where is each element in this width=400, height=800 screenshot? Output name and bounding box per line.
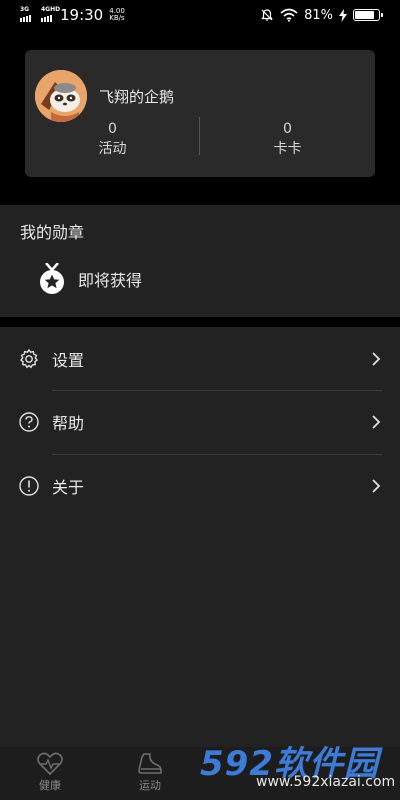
stat-kaka-label: 卡卡 bbox=[273, 141, 302, 157]
settings-menu: 设置 帮助 关于 bbox=[0, 327, 400, 747]
menu-item-settings-label: 设置 bbox=[52, 351, 85, 370]
watermark: 592软件园 www.592xiazai.com bbox=[196, 736, 396, 796]
status-bar-right: 81% bbox=[260, 7, 383, 23]
avatar[interactable] bbox=[35, 70, 87, 122]
menu-item-about-label: 关于 bbox=[52, 478, 85, 497]
medal-upcoming-label: 即将获得 bbox=[78, 271, 143, 290]
wifi-icon bbox=[280, 8, 298, 22]
menu-item-about[interactable]: 关于 bbox=[0, 455, 400, 517]
stat-activities-label: 活动 bbox=[98, 141, 127, 157]
chevron-right-icon bbox=[372, 415, 381, 429]
stat-kaka[interactable]: 0 卡卡 bbox=[200, 120, 375, 160]
watermark-url: www.592xiazai.com bbox=[256, 774, 396, 790]
clock: 19:30 bbox=[60, 6, 104, 24]
battery-icon bbox=[353, 9, 383, 21]
chevron-right-icon bbox=[372, 352, 381, 366]
raccoon-avatar-icon bbox=[35, 70, 87, 122]
speed-unit: KB/s bbox=[109, 14, 125, 22]
profile-card[interactable]: 飞翔的企鹅 0 活动 0 卡卡 bbox=[25, 50, 375, 177]
signal-3g-icon: 3G bbox=[20, 6, 31, 22]
stat-kaka-count: 0 bbox=[283, 121, 292, 137]
info-circle-icon bbox=[19, 476, 39, 496]
medals-section: 我的勋章 即将获得 bbox=[0, 205, 400, 317]
network-type-2: 4GHD bbox=[41, 6, 61, 13]
network-type-1: 3G bbox=[20, 6, 30, 13]
heart-pulse-icon bbox=[37, 752, 63, 776]
sneaker-icon bbox=[138, 753, 162, 774]
medals-title: 我的勋章 bbox=[20, 223, 85, 242]
signal-4g-icon: 4GHD bbox=[41, 6, 60, 22]
chevron-right-icon bbox=[372, 479, 381, 493]
menu-item-settings[interactable]: 设置 bbox=[0, 328, 400, 390]
battery-percent: 81% bbox=[304, 7, 333, 23]
status-bar-left: 3G 4GHD 19:30 4.00 KB/s bbox=[20, 6, 125, 24]
medal-icon bbox=[40, 263, 64, 294]
username: 飞翔的企鹅 bbox=[99, 88, 175, 106]
nav-item-sport[interactable]: 运动 bbox=[100, 751, 200, 799]
stat-activities[interactable]: 0 活动 bbox=[25, 120, 200, 160]
gear-icon bbox=[20, 348, 38, 369]
medal-upcoming[interactable]: 即将获得 bbox=[38, 263, 142, 295]
status-bar: 3G 4GHD 19:30 4.00 KB/s 81% bbox=[0, 0, 400, 30]
menu-item-help-label: 帮助 bbox=[52, 414, 85, 433]
question-circle-icon bbox=[19, 412, 39, 432]
menu-item-help[interactable]: 帮助 bbox=[0, 391, 400, 453]
nav-item-sport-label: 运动 bbox=[139, 779, 161, 792]
nav-item-health-label: 健康 bbox=[39, 779, 61, 792]
mute-bell-icon bbox=[261, 9, 273, 21]
network-speed: 4.00 KB/s bbox=[109, 8, 125, 22]
stat-activities-count: 0 bbox=[108, 121, 117, 137]
battery-fill bbox=[355, 11, 374, 19]
nav-item-health[interactable]: 健康 bbox=[0, 751, 100, 799]
charging-bolt-icon bbox=[339, 8, 347, 22]
screen: 3G 4GHD 19:30 4.00 KB/s 81% 飞翔的企鹅 0 活动 0… bbox=[0, 0, 400, 800]
